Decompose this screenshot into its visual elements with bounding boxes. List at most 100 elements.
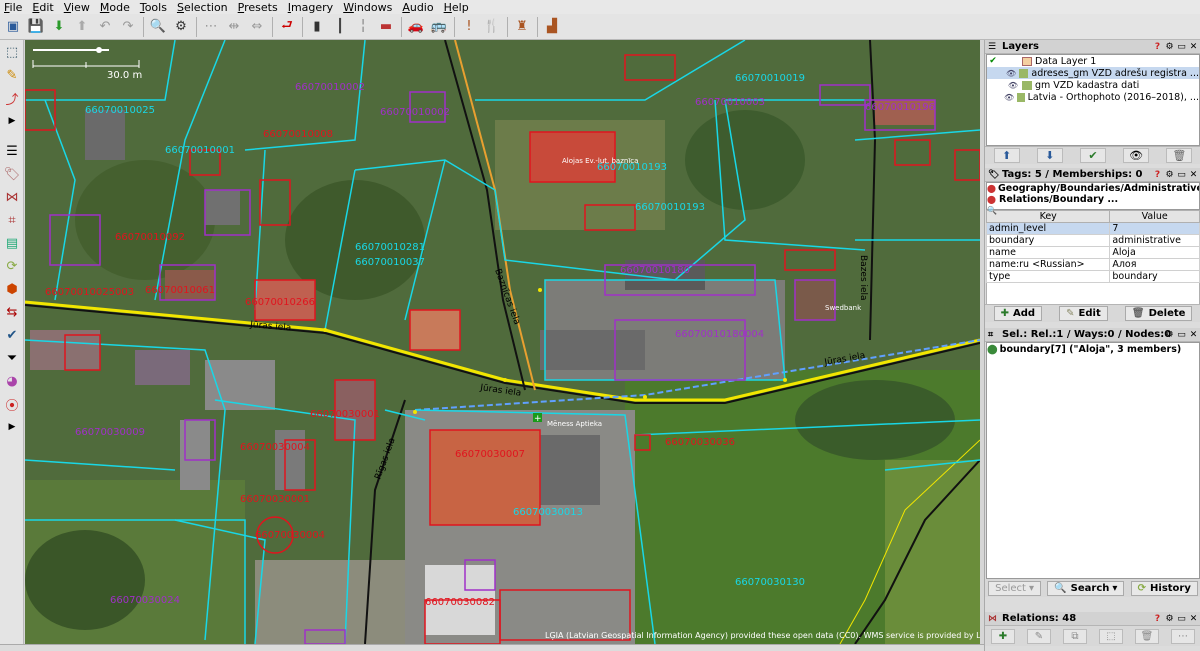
minimize-icon[interactable]: ▭: [1176, 41, 1187, 52]
redo-icon[interactable]: ↷: [117, 16, 139, 38]
close-icon[interactable]: ✕: [1188, 169, 1199, 180]
reverse-icon[interactable]: ⮐: [276, 16, 298, 38]
tag-value[interactable]: boundary: [1109, 270, 1200, 283]
map-toggle-icon[interactable]: ▤: [1, 232, 23, 254]
eye-icon[interactable]: 👁: [1007, 81, 1019, 90]
layer-row[interactable]: 👁 adreses_gm VZD adrešu registra ...: [987, 67, 1199, 79]
minimize-icon[interactable]: ▭: [1176, 613, 1187, 624]
settings-icon[interactable]: ⚙: [1164, 169, 1175, 180]
tag-row[interactable]: name Aloja: [985, 246, 1200, 259]
upload-icon[interactable]: ⬆: [71, 16, 93, 38]
castle-icon[interactable]: ♜: [511, 16, 533, 38]
settings-icon[interactable]: ⚙: [1164, 329, 1175, 340]
car-icon[interactable]: 🚗: [405, 16, 427, 38]
validator-toggle-icon[interactable]: ✔: [1, 324, 23, 346]
split-icon[interactable]: ⇔: [246, 16, 268, 38]
relations-panel-title[interactable]: ⋈ Relations: 48 ? ⚙ ▭ ✕: [985, 612, 1200, 626]
menu-view[interactable]: View: [64, 1, 90, 14]
undo-icon[interactable]: ↶: [94, 16, 116, 38]
menu-help[interactable]: Help: [444, 1, 469, 14]
tag-key[interactable]: type: [985, 270, 1111, 283]
select-members-icon[interactable]: ⬚: [1099, 628, 1123, 644]
menu-file[interactable]: File: [4, 1, 22, 14]
layer-row[interactable]: 👁 gm VZD kadastra dati: [987, 79, 1199, 91]
map-view[interactable]: 66070010025 66070010001 66070010281 6607…: [25, 40, 980, 644]
wall-icon[interactable]: ▬: [375, 16, 397, 38]
menu-imagery[interactable]: Imagery: [288, 1, 334, 14]
menu-mode[interactable]: Mode: [100, 1, 130, 14]
layer-row[interactable]: ✔ Data Layer 1: [987, 55, 1199, 67]
notes-toggle-icon[interactable]: ⦿: [1, 393, 23, 415]
expand-toggles-icon[interactable]: ▶: [1, 416, 23, 438]
save-icon[interactable]: 💾: [25, 16, 47, 38]
path-icon[interactable]: ╎: [352, 16, 374, 38]
layers-panel-title[interactable]: ☰ Layers ? ⚙ ▭ ✕: [985, 40, 1200, 54]
menu-edit[interactable]: Edit: [32, 1, 53, 14]
imagery-attribution[interactable]: LĢIA (Latvian Geospatial Information Age…: [545, 631, 980, 640]
menu-tools[interactable]: Tools: [140, 1, 167, 14]
menu-presets[interactable]: Presets: [238, 1, 278, 14]
tag-value[interactable]: administrative: [1109, 234, 1200, 247]
combine-icon[interactable]: ▮: [306, 16, 328, 38]
delete-layer-icon[interactable]: 🗑: [1166, 148, 1193, 163]
selection-toggle-icon[interactable]: ⌗: [1, 209, 23, 231]
tags-toggle-icon[interactable]: 🏷: [1, 163, 23, 185]
tag-row[interactable]: boundary administrative: [985, 234, 1200, 247]
map-canvas[interactable]: 66070010025 66070010001 66070010281 6607…: [25, 40, 980, 644]
download-icon[interactable]: ⬇: [48, 16, 70, 38]
preset-row[interactable]: ⬤ Geography/Boundaries/Administrative ..…: [987, 183, 1199, 194]
commands-toggle-icon[interactable]: ⬢: [1, 278, 23, 300]
key-column-header[interactable]: Key: [985, 210, 1111, 223]
tag-value[interactable]: Алоя: [1109, 258, 1200, 271]
new-relation-icon[interactable]: ✚: [991, 628, 1015, 644]
draw-tool-icon[interactable]: ✎: [1, 64, 23, 86]
layers-toggle-icon[interactable]: ☰: [1, 140, 23, 162]
edit-relation-icon[interactable]: ✎: [1027, 628, 1051, 644]
menu-windows[interactable]: Windows: [343, 1, 392, 14]
tag-row[interactable]: name:ru <Russian> Алоя: [985, 258, 1200, 271]
tag-value[interactable]: Aloja: [1109, 246, 1200, 259]
align-icon[interactable]: ⋯: [200, 16, 222, 38]
eye-icon[interactable]: 👁: [1006, 69, 1017, 78]
preferences-icon[interactable]: ⚙: [170, 16, 192, 38]
show-hide-icon[interactable]: 👁: [1123, 148, 1150, 163]
minimize-icon[interactable]: ▭: [1176, 169, 1187, 180]
eye-icon[interactable]: 👁: [1004, 93, 1014, 102]
tag-key[interactable]: admin_level: [985, 222, 1111, 235]
close-icon[interactable]: ✕: [1188, 613, 1199, 624]
tag-row[interactable]: admin_level 7: [985, 222, 1200, 235]
close-icon[interactable]: ✕: [1188, 41, 1199, 52]
menu-audio[interactable]: Audio: [402, 1, 433, 14]
settings-icon[interactable]: ⚙: [1164, 41, 1175, 52]
food-icon[interactable]: 🍴: [481, 16, 503, 38]
duplicate-relation-icon[interactable]: ⧉: [1063, 628, 1087, 644]
help-icon[interactable]: ?: [1152, 613, 1163, 624]
expand-toolbar-icon[interactable]: ▶: [1, 110, 23, 132]
help-icon[interactable]: ?: [1152, 41, 1163, 52]
history-button[interactable]: ⟳ History: [1130, 580, 1198, 596]
more-icon[interactable]: ⋯: [1171, 628, 1195, 644]
layer-row[interactable]: 👁 Latvia - Orthophoto (2016–2018), ...: [987, 91, 1199, 103]
distribute-icon[interactable]: ⇹: [223, 16, 245, 38]
tag-key[interactable]: name:ru <Russian>: [985, 258, 1111, 271]
help-icon[interactable]: ?: [1152, 169, 1163, 180]
mapstyle-toggle-icon[interactable]: ◕: [1, 370, 23, 392]
tag-key[interactable]: name: [985, 246, 1111, 259]
move-down-icon[interactable]: ⬇: [1036, 148, 1063, 163]
select-button[interactable]: Select ▾: [988, 580, 1041, 596]
preset-row[interactable]: ⬤ Relations/Boundary ...: [987, 194, 1199, 205]
selection-item[interactable]: ⬤ boundary[7] ("Aloja", 3 members): [987, 343, 1199, 355]
activate-layer-icon[interactable]: ✔: [1079, 148, 1106, 163]
warning-icon[interactable]: !: [458, 16, 480, 38]
improve-way-icon[interactable]: ⤴: [1, 87, 23, 109]
minimize-icon[interactable]: ▭: [1176, 329, 1187, 340]
open-icon[interactable]: ▣: [2, 16, 24, 38]
industry-icon[interactable]: ▟: [541, 16, 563, 38]
tags-table-empty-area[interactable]: [986, 283, 1200, 304]
history-toggle-icon[interactable]: ⟳: [1, 255, 23, 277]
tag-value[interactable]: 7: [1109, 222, 1200, 235]
zoom-icon[interactable]: 🔍: [147, 16, 169, 38]
move-up-icon[interactable]: ⬆: [993, 148, 1020, 163]
selection-panel-title[interactable]: ⌗ Sel.: Rel.:1 / Ways:0 / Nodes:0 ⚙ ▭ ✕: [985, 328, 1200, 342]
filter-toggle-icon[interactable]: ⏷: [1, 347, 23, 369]
